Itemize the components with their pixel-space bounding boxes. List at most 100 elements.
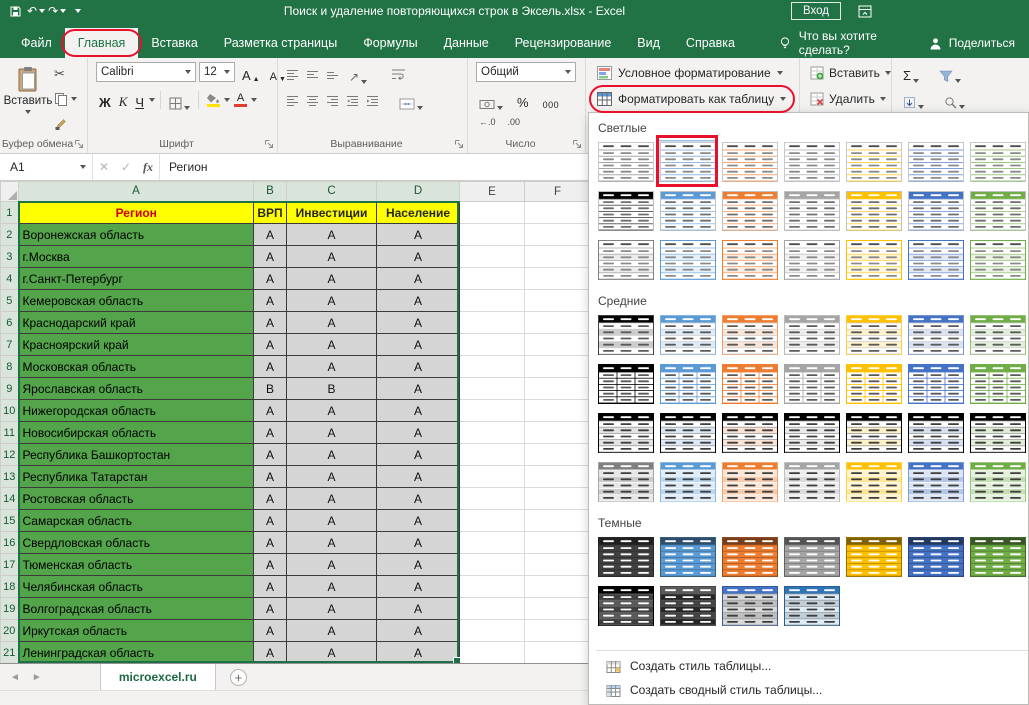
table-style-1-0-4[interactable]: [844, 313, 902, 355]
cell-value[interactable]: А: [254, 400, 287, 422]
table-style-0-2-2[interactable]: [720, 238, 778, 280]
column-header-A[interactable]: A: [19, 182, 254, 202]
column-header-F[interactable]: F: [525, 182, 591, 202]
font-dialog-launcher[interactable]: [264, 138, 274, 148]
table-style-2-0-0[interactable]: [596, 535, 654, 577]
cell-empty[interactable]: [460, 334, 525, 356]
name-box-dropdown-icon[interactable]: [80, 165, 86, 169]
number-dialog-launcher[interactable]: [572, 138, 582, 148]
sheet-nav-left-icon[interactable]: ◄: [10, 672, 20, 683]
cell-header-region[interactable]: Регион: [19, 202, 254, 224]
row-header-15[interactable]: 15: [1, 510, 19, 532]
cell-value[interactable]: А: [377, 488, 460, 510]
table-style-1-3-5[interactable]: [906, 460, 964, 502]
paste-dropdown-icon[interactable]: [25, 110, 31, 114]
table-style-1-3-1[interactable]: [658, 460, 716, 502]
underline-button[interactable]: Ч: [132, 90, 147, 110]
align-bottom-icon[interactable]: [326, 69, 339, 80]
sheet-nav-right-icon[interactable]: ►: [32, 672, 42, 683]
table-style-1-3-0[interactable]: [596, 460, 654, 502]
cell-value[interactable]: А: [377, 290, 460, 312]
cell-value[interactable]: А: [377, 642, 460, 664]
table-style-0-1-4[interactable]: [844, 189, 902, 231]
cell-empty[interactable]: [525, 466, 591, 488]
cell-empty[interactable]: [525, 356, 591, 378]
cell-empty[interactable]: [460, 598, 525, 620]
cell-value[interactable]: А: [377, 554, 460, 576]
cell-value[interactable]: А: [254, 268, 287, 290]
copy-dropdown-icon[interactable]: [71, 97, 77, 101]
row-header-18[interactable]: 18: [1, 576, 19, 598]
insert-function-button[interactable]: fx: [137, 160, 159, 175]
row-header-8[interactable]: 8: [1, 356, 19, 378]
cancel-button[interactable]: ✕: [93, 160, 115, 174]
borders-dropdown-icon[interactable]: [184, 106, 190, 110]
cell-empty[interactable]: [525, 510, 591, 532]
table-style-1-1-3[interactable]: [782, 362, 840, 404]
new-table-style-item[interactable]: Создать стиль таблицы...: [596, 654, 1028, 678]
select-all-button[interactable]: [1, 182, 19, 202]
table-style-0-2-1[interactable]: [658, 238, 716, 280]
cell-empty[interactable]: [460, 400, 525, 422]
table-style-0-1-6[interactable]: [968, 189, 1026, 231]
cell-region[interactable]: Нижегородская область: [19, 400, 254, 422]
cell-value[interactable]: А: [287, 554, 377, 576]
table-style-2-1-0[interactable]: [596, 584, 654, 626]
cell-value[interactable]: А: [377, 224, 460, 246]
name-box[interactable]: A1: [0, 154, 92, 180]
redo-dropdown-icon[interactable]: [60, 9, 66, 13]
row-header-9[interactable]: 9: [1, 378, 19, 400]
cell-empty[interactable]: [460, 356, 525, 378]
align-center-icon[interactable]: [306, 95, 319, 106]
format-as-table-button[interactable]: Форматировать как таблицу: [592, 87, 791, 111]
table-style-0-1-5[interactable]: [906, 189, 964, 231]
cell-empty[interactable]: [460, 620, 525, 642]
cell-empty[interactable]: [460, 422, 525, 444]
font-color-button[interactable]: А: [232, 93, 249, 107]
table-style-2-0-4[interactable]: [844, 535, 902, 577]
cell-value[interactable]: А: [377, 422, 460, 444]
cell-value[interactable]: А: [377, 356, 460, 378]
cell-empty[interactable]: [525, 334, 591, 356]
cell-value[interactable]: А: [377, 378, 460, 400]
number-format-combo[interactable]: Общий: [476, 62, 576, 82]
increase-indent-icon[interactable]: [366, 95, 379, 106]
cell-value[interactable]: А: [377, 466, 460, 488]
sheet-tab-microexcel[interactable]: microexcel.ru: [100, 664, 216, 690]
percent-style-button[interactable]: %: [514, 90, 532, 110]
cell-region[interactable]: Ростовская область: [19, 488, 254, 510]
orientation-button[interactable]: ↗: [346, 64, 370, 84]
cell-empty[interactable]: [460, 312, 525, 334]
table-style-2-0-6[interactable]: [968, 535, 1026, 577]
table-style-0-0-5[interactable]: [906, 140, 964, 182]
ribbon-tab-data[interactable]: Данные: [431, 28, 502, 58]
cell-value[interactable]: А: [287, 576, 377, 598]
table-style-1-2-6[interactable]: [968, 411, 1026, 453]
cell-value[interactable]: А: [377, 400, 460, 422]
table-style-1-1-0[interactable]: [596, 362, 654, 404]
cell-empty[interactable]: [525, 488, 591, 510]
cell-empty[interactable]: [460, 224, 525, 246]
cell-empty[interactable]: [460, 532, 525, 554]
table-style-0-0-2[interactable]: [720, 140, 778, 182]
font-color-dropdown-icon[interactable]: [251, 98, 257, 102]
row-header-4[interactable]: 4: [1, 268, 19, 290]
row-header-5[interactable]: 5: [1, 290, 19, 312]
cell-value[interactable]: А: [287, 268, 377, 290]
ribbon-tab-view[interactable]: Вид: [624, 28, 673, 58]
table-style-2-0-1[interactable]: [658, 535, 716, 577]
cell-value[interactable]: А: [377, 334, 460, 356]
row-header-2[interactable]: 2: [1, 224, 19, 246]
format-painter-button[interactable]: [54, 116, 68, 132]
table-style-0-0-3[interactable]: [782, 140, 840, 182]
table-style-2-1-3[interactable]: [782, 584, 840, 626]
column-header-D[interactable]: D: [377, 182, 460, 202]
wrap-text-icon[interactable]: [391, 68, 406, 80]
cell-empty[interactable]: [525, 312, 591, 334]
cell-value[interactable]: А: [254, 224, 287, 246]
cell-empty[interactable]: [460, 642, 525, 664]
table-style-0-1-2[interactable]: [720, 189, 778, 231]
cell-value[interactable]: А: [287, 400, 377, 422]
cell-value[interactable]: А: [377, 598, 460, 620]
cell-value[interactable]: А: [254, 356, 287, 378]
